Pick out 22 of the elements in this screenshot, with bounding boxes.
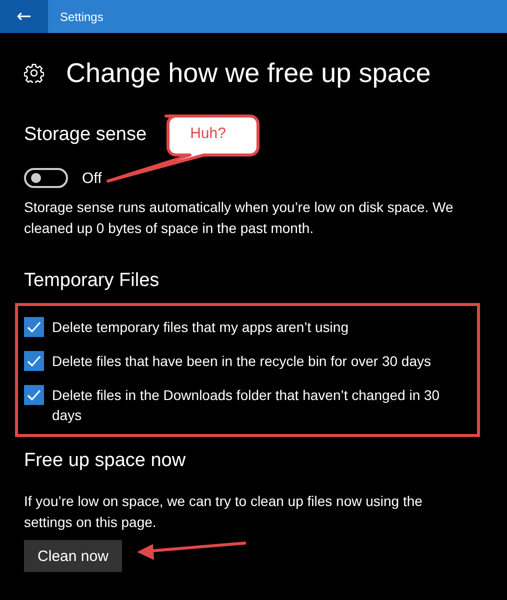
checkbox[interactable] <box>24 317 44 337</box>
toggle-label: Off <box>82 170 102 186</box>
checkmark-icon <box>26 387 42 403</box>
window-title: Settings <box>60 10 104 24</box>
section-heading: Free up space now <box>24 449 186 473</box>
checkbox[interactable] <box>24 385 44 405</box>
toggle-switch[interactable] <box>24 168 68 188</box>
page-title: Change how we free up space <box>66 58 431 88</box>
checkmark-icon <box>26 353 42 369</box>
settings-icon <box>24 63 44 83</box>
callout-text: Huh? <box>189 124 227 144</box>
checkbox-label: Delete files in the Downloads folder that haven’t changed in 30 days <box>52 386 441 425</box>
checkbox-label: Delete temporary files that my apps aren’t using <box>52 318 350 337</box>
section-heading: Temporary Files <box>24 269 160 293</box>
description-text: Storage sense runs automatically when you’re low on disk space. We cleaned up 0 bytes of space in the past month. <box>24 198 454 238</box>
checkmark-icon <box>26 319 42 335</box>
description-text: If you’re low on space, we can try to clean up files now using the settings on this page. <box>24 492 424 532</box>
section-heading: Storage sense <box>24 123 147 147</box>
back-button[interactable]: ← <box>0 0 48 33</box>
checkbox[interactable] <box>24 351 44 371</box>
clean-now-button[interactable]: Clean now <box>24 540 122 572</box>
checkbox-label: Delete files that have been in the recycle bin for over 30 days <box>52 352 432 371</box>
